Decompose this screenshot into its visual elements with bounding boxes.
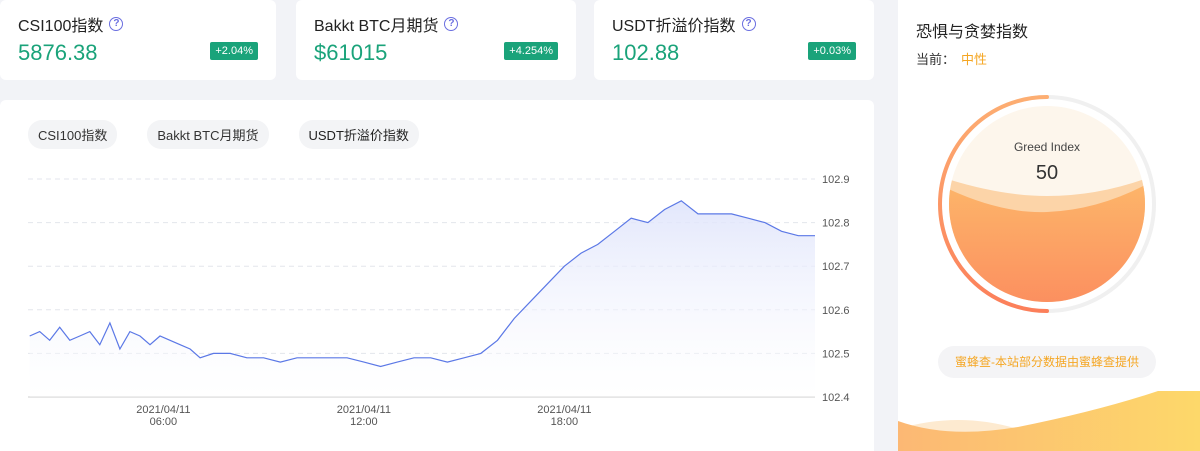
series-area — [29, 200, 815, 397]
line-chart[interactable]: 102.9 102.8 102.7 102.6 102.5 102.4 2021/04/11… — [0, 100, 874, 451]
help-icon[interactable]: ? — [741, 17, 756, 31]
stat-value: 5876.38 — [18, 40, 98, 65]
y-tick-label: 102.4 — [822, 392, 850, 404]
change-badge: +0.03% — [808, 42, 856, 60]
y-tick-label: 102.7 — [822, 261, 850, 273]
x-tick-date: 2021/04/11 — [337, 404, 391, 416]
decorative-wave — [898, 391, 1200, 451]
stat-value: $61015 — [314, 40, 388, 65]
y-tick-label: 102.9 — [822, 174, 850, 186]
stat-card-usdt[interactable]: USDT折溢价指数 ? 102.88 +0.03% — [594, 0, 874, 80]
source-link[interactable]: 蜜蜂查-本站部分数据由蜜蜂查提供 — [938, 346, 1156, 378]
stat-title: USDT折溢价指数 ? — [612, 12, 856, 36]
stat-title-label: Bakkt BTC月期货 — [314, 18, 439, 35]
greed-panel: 恐惧与贪婪指数 当前： 中性 Greed Index 50 蜜蜂查-本站部分数据由… — [898, 0, 1200, 451]
x-tick-time: 12:00 — [350, 416, 378, 428]
x-tick-time: 06:00 — [150, 416, 178, 428]
y-tick-label: 102.8 — [822, 218, 850, 230]
stat-title: Bakkt BTC月期货 ? — [314, 12, 558, 36]
x-tick-date: 2021/04/11 — [537, 404, 591, 416]
gauge-label: Greed Index — [1013, 140, 1081, 154]
x-tick-time: 18:00 — [551, 416, 579, 428]
stat-value: 102.88 — [612, 40, 680, 65]
x-tick-date: 2021/04/11 — [136, 404, 190, 416]
stat-title: CSI100指数 ? — [18, 12, 258, 36]
stat-title-label: CSI100指数 — [18, 18, 104, 35]
y-tick-label: 102.5 — [822, 348, 850, 360]
change-badge: +2.04% — [210, 42, 258, 60]
y-tick-label: 102.6 — [822, 305, 850, 317]
chart-panel: CSI100指数 Bakkt BTC月期货 USDT折溢价指数 102.9 102… — [0, 100, 874, 451]
change-badge: +4.254% — [504, 42, 558, 60]
help-icon[interactable]: ? — [444, 17, 459, 31]
stat-title-label: USDT折溢价指数 — [612, 18, 736, 35]
gauge-value: 50 — [1035, 162, 1059, 184]
stat-card-csi100[interactable]: CSI100指数 ? 5876.38 +2.04% — [0, 0, 276, 80]
stat-card-bakkt[interactable]: Bakkt BTC月期货 ? $61015 +4.254% — [296, 0, 576, 80]
help-icon[interactable]: ? — [109, 17, 124, 31]
